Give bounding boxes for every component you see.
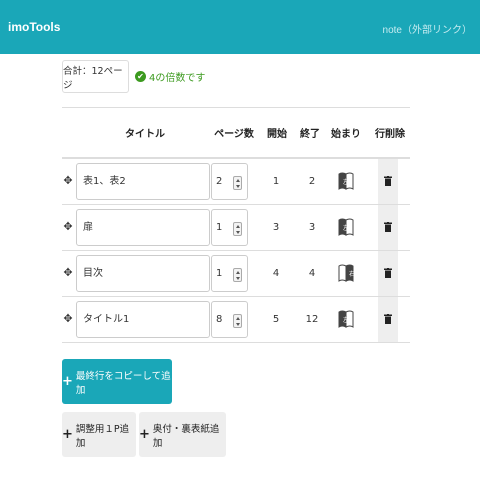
- book-side-label: 左: [343, 178, 349, 186]
- drag-handle-icon[interactable]: ✥: [62, 221, 74, 233]
- table-row: ✥ 表1、表2 2 1 2 左: [62, 159, 410, 205]
- trash-icon[interactable]: [384, 314, 392, 324]
- status-text: 4の倍数です: [149, 72, 206, 84]
- copy-last-row-button[interactable]: + 最終行をコピーして追加: [62, 359, 172, 404]
- book-side-label: 右: [349, 270, 354, 278]
- book-side-label: 左: [343, 316, 349, 324]
- page-count-value: 1: [216, 268, 223, 279]
- multiple-of-four-status: ✔ 4の倍数です: [135, 68, 205, 84]
- book-opening-left-icon[interactable]: 左: [338, 310, 354, 328]
- spinner-arrows-icon[interactable]: [233, 222, 242, 236]
- page-count-stepper[interactable]: 1: [211, 209, 248, 246]
- spinner-arrows-icon[interactable]: [233, 314, 242, 328]
- page-count-stepper[interactable]: 1: [211, 255, 248, 292]
- start-page: 5: [272, 314, 280, 325]
- plus-icon: +: [62, 427, 73, 442]
- trash-icon[interactable]: [384, 176, 392, 186]
- page-count-stepper[interactable]: 2: [211, 163, 248, 200]
- add-adjust-page-button[interactable]: + 調整用１P追加: [62, 412, 136, 457]
- drag-handle-icon[interactable]: ✥: [62, 267, 74, 279]
- add-adjust-page-label: 調整用１P追加: [75, 423, 130, 449]
- header-delete: 行削除: [375, 129, 405, 140]
- add-colophon-label: 奥付・裏表紙追加: [152, 423, 220, 449]
- add-colophon-button[interactable]: + 奥付・裏表紙追加: [139, 412, 226, 457]
- drag-handle-icon[interactable]: ✥: [62, 175, 74, 187]
- table-row: ✥ 扉 1 3 3 左: [62, 205, 410, 251]
- page-count-stepper[interactable]: 8: [211, 301, 248, 338]
- book-opening-right-icon[interactable]: 右: [338, 264, 354, 282]
- plus-icon: +: [62, 374, 73, 389]
- spinner-arrows-icon[interactable]: [233, 268, 242, 282]
- total-pages-box: 合計：12ページ: [62, 60, 129, 93]
- delete-row-cell: [378, 205, 398, 251]
- spinner-arrows-icon[interactable]: [233, 176, 242, 190]
- trash-icon[interactable]: [384, 268, 392, 278]
- header-start: 開始: [267, 129, 287, 140]
- plus-icon: +: [139, 427, 150, 442]
- end-page: 4: [308, 268, 316, 279]
- table-row: ✥ 目次 1 4 4 右: [62, 251, 410, 297]
- book-opening-left-icon[interactable]: 左: [338, 218, 354, 236]
- start-page: 3: [272, 222, 280, 233]
- delete-row-cell: [378, 159, 398, 205]
- table-row: ✥ タイトル1 8 5 12 左: [62, 297, 410, 343]
- brand-logo[interactable]: imoTools: [8, 20, 60, 34]
- drag-handle-icon[interactable]: ✥: [62, 313, 74, 325]
- trash-icon[interactable]: [384, 222, 392, 232]
- header-pages: ページ数: [214, 129, 254, 140]
- title-input[interactable]: 扉: [76, 209, 210, 246]
- title-input[interactable]: 表1、表2: [76, 163, 210, 200]
- end-page: 3: [308, 222, 316, 233]
- end-page: 12: [305, 314, 319, 325]
- end-page: 2: [308, 176, 316, 187]
- check-circle-icon: ✔: [135, 70, 146, 82]
- header-end: 終了: [300, 129, 320, 140]
- page-count-value: 2: [216, 176, 223, 187]
- book-side-label: 左: [343, 224, 349, 232]
- header-title: タイトル: [125, 129, 165, 140]
- start-page: 4: [272, 268, 280, 279]
- title-input[interactable]: 目次: [76, 255, 210, 292]
- title-input[interactable]: タイトル1: [76, 301, 210, 338]
- table-top-divider: [62, 107, 410, 108]
- copy-last-row-label: 最終行をコピーして追加: [75, 370, 171, 396]
- page-count-value: 1: [216, 222, 223, 233]
- navbar: imoTools note（外部リンク）: [0, 0, 480, 54]
- delete-row-cell: [378, 297, 398, 343]
- book-opening-left-icon[interactable]: 左: [338, 172, 354, 190]
- delete-row-cell: [378, 251, 398, 297]
- row-divider: [62, 342, 410, 343]
- page-count-value: 8: [216, 314, 223, 325]
- external-note-link[interactable]: note（外部リンク）: [383, 21, 472, 36]
- start-page: 1: [272, 176, 280, 187]
- header-opening: 始まり: [331, 129, 361, 140]
